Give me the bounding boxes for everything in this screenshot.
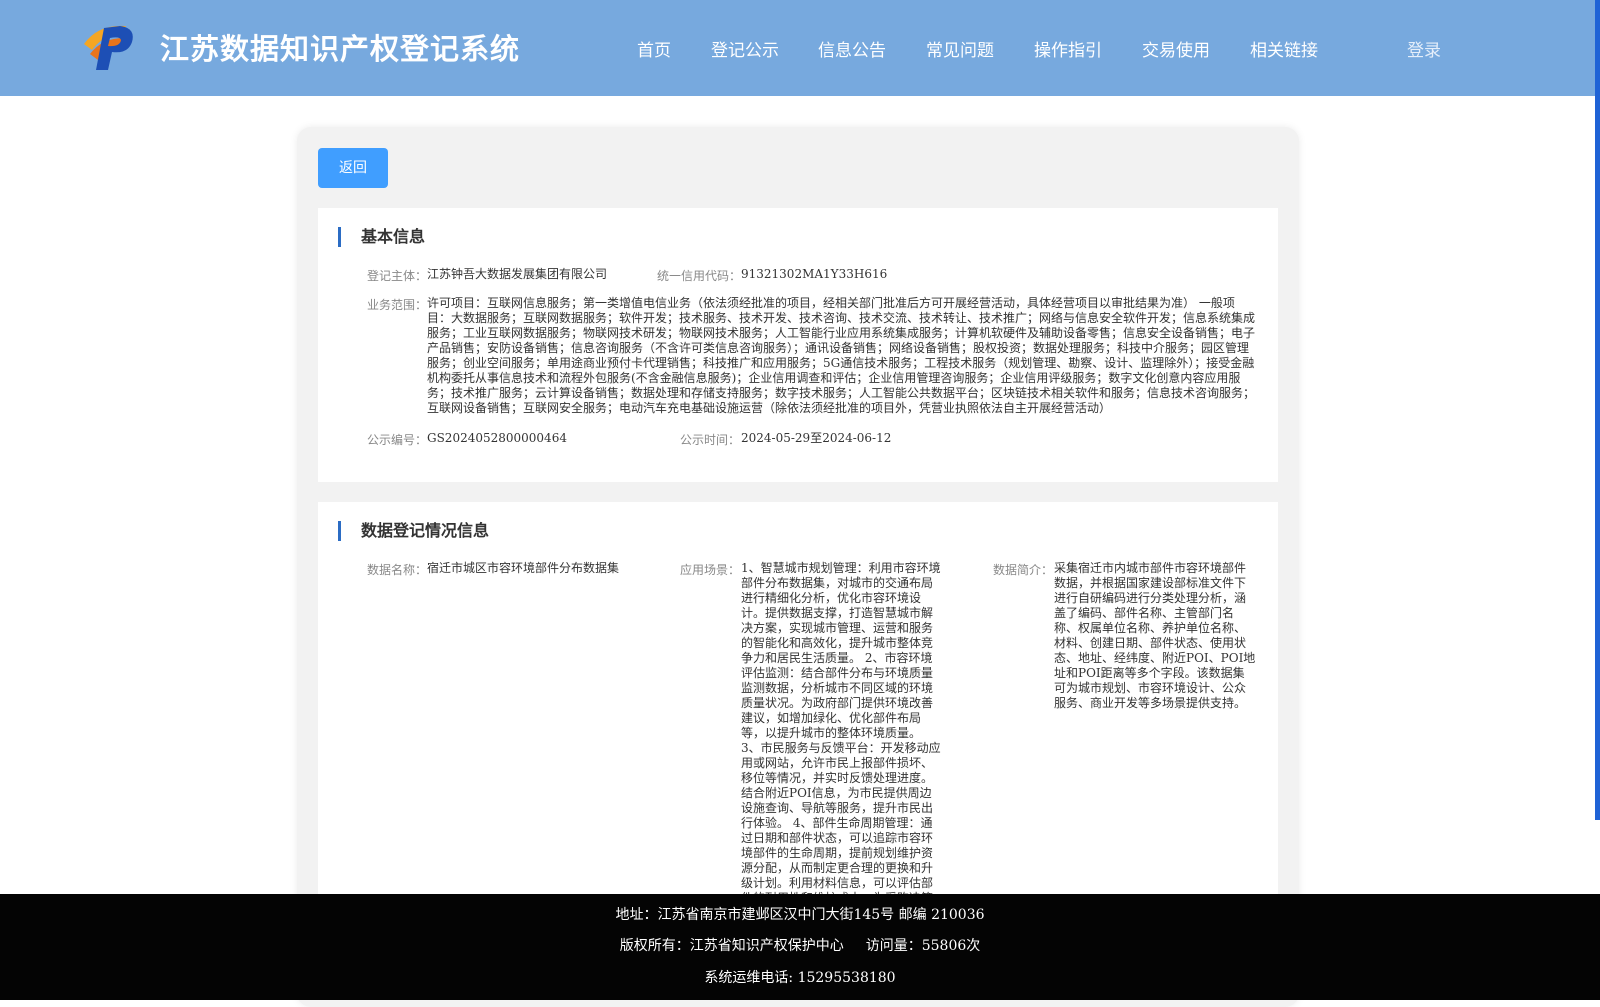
top-header: 江苏数据知识产权登记系统 首页 登记公示 信息公告 常见问题 操作指引 交易使用… [0,0,1600,96]
basic-info-card: 基本信息 登记主体： 江苏钟吾大数据发展集团有限公司 统一信用代码： 91321… [318,208,1278,482]
data-name-label: 数据名称： [367,563,428,577]
notice-time-value: 2024-05-29至2024-06-12 [741,431,892,445]
credit-code-label: 统一信用代码： [657,269,742,283]
back-button[interactable]: 返回 [318,148,388,188]
business-scope-label: 业务范围： [367,298,428,312]
business-scope-value: 许可项目：互联网信息服务；第一类增值电信业务（依法须经批准的项目，经相关部门批准… [427,296,1256,415]
footer-phone: 系统运维电话: 15295538180 [704,970,896,986]
data-intro-label: 数据简介： [993,563,1054,577]
data-name-value: 宿迁市城区市容环境部件分布数据集 [427,561,620,575]
page-scrollbar[interactable] [1595,0,1600,820]
nav-home[interactable]: 首页 [637,36,671,61]
footer-visit-count: 访问量：55806次 [865,938,981,954]
nav-guide[interactable]: 操作指引 [1034,36,1102,61]
nav-trading[interactable]: 交易使用 [1142,36,1210,61]
notice-number-value: GS2024052800000464 [427,431,567,445]
data-registration-card: 数据登记情况信息 数据名称： 宿迁市城区市容环境部件分布数据集 应用场景： 1、… [318,502,1278,902]
site-footer: 地址：江苏省南京市建邺区汉中门大街145号 邮编 210036 版权所有：江苏省… [0,894,1600,1000]
section-title-basic-info: 基本信息 [338,227,425,247]
main-nav: 首页 登记公示 信息公告 常见问题 操作指引 交易使用 相关链接 [0,36,1600,61]
login-link[interactable]: 登录 [1407,36,1441,61]
credit-code-value: 91321302MA1Y33H616 [741,267,888,281]
application-scene-label: 应用场景： [680,563,741,577]
notice-time-label: 公示时间： [680,433,741,447]
nav-registration-notice[interactable]: 登记公示 [711,36,779,61]
registrant-value: 江苏钟吾大数据发展集团有限公司 [427,267,608,281]
data-intro-value: 采集宿迁市内城市部件市容环境部件数据，并根据国家建设部标准文件下进行自研编码进行… [1054,561,1256,710]
nav-faq[interactable]: 常见问题 [926,36,994,61]
nav-links[interactable]: 相关链接 [1250,36,1318,61]
footer-copyright: 版权所有：江苏省知识产权保护中心 [619,938,844,954]
section-title-data-registration: 数据登记情况信息 [338,521,489,541]
footer-address: 地址：江苏省南京市建邺区汉中门大街145号 邮编 210036 [615,907,985,923]
notice-number-label: 公示编号： [367,433,428,447]
application-scene-value: 1、智慧城市规划管理：利用市容环境部件分布数据集，对城市的交通布局进行精细化分析… [741,561,941,902]
registrant-label: 登记主体： [367,269,428,283]
nav-announcements[interactable]: 信息公告 [818,36,886,61]
footer-copyright-row: 版权所有：江苏省知识产权保护中心 访问量：55806次 [0,935,1600,955]
